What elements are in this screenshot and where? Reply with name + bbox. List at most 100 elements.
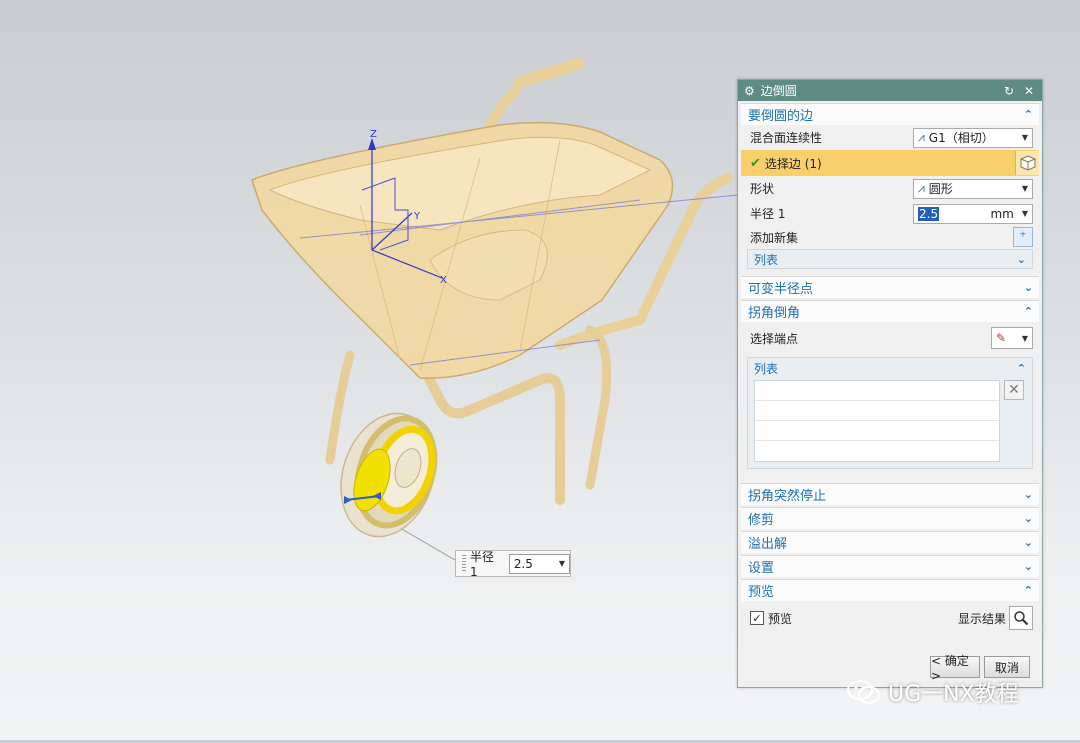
- select-edge-row[interactable]: ✔ 选择边 (1): [741, 150, 1039, 176]
- chevron-down-icon[interactable]: ⌄: [1024, 281, 1033, 294]
- wechat-icon: [847, 680, 880, 704]
- section-settings-title: 设置: [748, 561, 775, 576]
- table-row[interactable]: [755, 381, 999, 401]
- dialog-title: 边倒圆: [760, 84, 797, 98]
- floating-radius-field[interactable]: 2.5 ▼: [508, 553, 570, 574]
- chevron-down-icon[interactable]: ⌄: [1024, 488, 1033, 501]
- handle-grip: [514, 58, 584, 88]
- preview-row: ✓ 预览 显示结果: [741, 601, 1039, 635]
- csys-x-label: X: [440, 275, 447, 286]
- radius-unit: mm: [990, 206, 1014, 221]
- select-edge-label: 选择边 (1): [764, 156, 822, 171]
- section-corner-stop-header[interactable]: 拐角突然停止 ⌄: [741, 483, 1039, 505]
- radius-input[interactable]: 2.5 mm ▼: [913, 203, 1033, 224]
- floating-radius-value: 2.5: [513, 556, 533, 571]
- section-overflow-header[interactable]: 溢出解 ⌄: [741, 531, 1039, 553]
- section-variable-radius-header[interactable]: 可变半径点 ⌄: [741, 276, 1039, 298]
- close-icon[interactable]: ✕: [1022, 84, 1036, 98]
- continuity-label: 混合面连续性: [750, 131, 823, 145]
- shape-dropdown[interactable]: ⩘ 圆形 ▼: [913, 178, 1033, 199]
- continuity-value: G1（相切）: [928, 131, 994, 145]
- table-row[interactable]: [755, 401, 999, 421]
- endpoint-list-header[interactable]: 列表 ⌃: [748, 358, 1032, 378]
- chevron-down-icon[interactable]: ▼: [1022, 184, 1028, 193]
- watermark: UG一NX教程: [846, 676, 1019, 708]
- show-result-label: 显示结果: [957, 611, 1006, 626]
- add-new-set-button[interactable]: ⁺: [1013, 227, 1033, 247]
- select-endpoint-row: 选择端点 ✎ ▼: [741, 322, 1039, 354]
- shape-value: 圆形: [928, 182, 953, 196]
- cube-icon: [1020, 155, 1035, 171]
- checkmark-icon: ✔: [750, 155, 761, 171]
- preview-checkbox-label: 预览: [768, 611, 793, 626]
- drag-grip-icon[interactable]: [462, 554, 466, 573]
- edges-list-label: 列表: [754, 252, 779, 267]
- select-endpoint-button[interactable]: ✎ ▼: [991, 327, 1033, 349]
- endpoint-list: 列表 ⌃ ✕: [747, 357, 1033, 469]
- section-overflow-title: 溢出解: [748, 537, 788, 552]
- magnifier-icon: [1014, 611, 1029, 626]
- section-preview-title: 预览: [748, 585, 775, 600]
- rear-frame: [415, 355, 565, 505]
- chevron-down-icon[interactable]: ▼: [1022, 334, 1028, 343]
- chevron-down-icon[interactable]: ⌄: [1024, 512, 1033, 525]
- show-result-button[interactable]: [1009, 606, 1033, 630]
- section-trim-header[interactable]: 修剪 ⌄: [741, 507, 1039, 529]
- section-variable-radius-title: 可变半径点: [748, 282, 814, 297]
- add-new-set-row: 添加新集 ⁺: [741, 226, 1039, 248]
- radius-label: 半径 1: [750, 207, 786, 221]
- continuity-icon: ⩘: [918, 130, 925, 144]
- endpoint-table[interactable]: [754, 380, 1000, 462]
- shape-icon: ⩘: [918, 181, 925, 195]
- add-new-set-label: 添加新集: [750, 230, 799, 245]
- endpoint-list-label: 列表: [754, 361, 779, 376]
- watermark-text: UG一NX教程: [888, 682, 1019, 707]
- dialog-title-bar[interactable]: ⚙ 边倒圆 ↻ ✕: [738, 80, 1042, 101]
- section-edges-title: 要倒圆的边: [748, 109, 814, 124]
- close-icon: ✕: [1008, 382, 1020, 398]
- table-row[interactable]: [755, 421, 999, 441]
- section-corner-stop-title: 拐角突然停止: [748, 489, 827, 504]
- chevron-up-icon[interactable]: ⌃: [1017, 362, 1026, 375]
- preview-checkbox[interactable]: ✓: [750, 611, 764, 625]
- chevron-down-icon[interactable]: ⌄: [1024, 536, 1033, 549]
- csys-z-label: Z: [370, 129, 377, 140]
- chevron-up-icon[interactable]: ⌃: [1024, 305, 1033, 318]
- continuity-dropdown[interactable]: ⩘ G1（相切） ▼: [913, 127, 1033, 148]
- floating-radius-input[interactable]: 半径 1 2.5 ▼: [455, 550, 571, 579]
- gear-icon[interactable]: ⚙: [744, 84, 755, 98]
- shape-row: 形状 ⩘ 圆形 ▼: [741, 176, 1039, 201]
- continuity-row: 混合面连续性 ⩘ G1（相切） ▼: [741, 125, 1039, 150]
- wheel[interactable]: [326, 401, 451, 549]
- chevron-down-icon[interactable]: ⌄: [1024, 560, 1033, 573]
- floating-radius-label: 半径 1: [469, 550, 494, 579]
- cancel-button[interactable]: 取消: [984, 656, 1030, 678]
- table-row[interactable]: [755, 441, 999, 461]
- chevron-down-icon[interactable]: ⌄: [1017, 253, 1026, 266]
- edge-selection-cube-button[interactable]: [1015, 151, 1039, 175]
- section-preview-header[interactable]: 预览 ⌃: [741, 579, 1039, 601]
- section-corner-setback-title: 拐角倒角: [748, 306, 801, 321]
- section-corner-setback-header[interactable]: 拐角倒角 ⌃: [741, 300, 1039, 322]
- chevron-down-icon[interactable]: ▼: [1022, 209, 1028, 218]
- edges-list-header[interactable]: 列表 ⌄: [747, 249, 1033, 269]
- section-trim-title: 修剪: [748, 513, 775, 528]
- add-set-icon: ⁺: [1019, 229, 1027, 245]
- chevron-down-icon[interactable]: ▼: [1022, 133, 1028, 142]
- select-endpoint-label: 选择端点: [750, 331, 799, 346]
- point-pick-icon: ✎: [996, 331, 1007, 345]
- edge-blend-dialog: ⚙ 边倒圆 ↻ ✕ 要倒圆的边 ⌃ 混合面连续性 ⩘ G1（相切） ▼ ✔ 选择…: [737, 79, 1043, 688]
- section-settings-header[interactable]: 设置 ⌄: [741, 555, 1039, 577]
- rear-leg: [585, 325, 612, 490]
- chevron-up-icon[interactable]: ⌃: [1024, 584, 1033, 597]
- remove-button[interactable]: ✕: [1004, 380, 1024, 400]
- csys-y-label: Y: [413, 211, 421, 222]
- radius-value[interactable]: 2.5: [918, 206, 940, 221]
- radius-row: 半径 1 2.5 mm ▼: [741, 201, 1039, 226]
- chevron-down-icon[interactable]: ▼: [559, 559, 565, 568]
- ok-button[interactable]: < 确定 >: [930, 654, 980, 683]
- shape-label: 形状: [750, 182, 775, 196]
- section-edges-header[interactable]: 要倒圆的边 ⌃: [741, 103, 1039, 125]
- chevron-up-icon[interactable]: ⌃: [1024, 108, 1033, 121]
- reset-icon[interactable]: ↻: [1002, 84, 1016, 98]
